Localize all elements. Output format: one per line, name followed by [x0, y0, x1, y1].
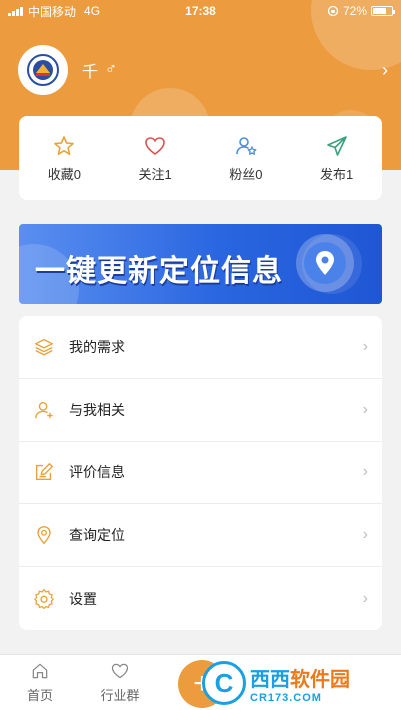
watermark-logo: C 西西软件园 CR173.COM [202, 660, 398, 706]
chevron-right-icon: › [362, 400, 368, 418]
heart-icon [145, 136, 165, 155]
watermark-text-a: 西西 [250, 668, 290, 691]
avatar-logo-icon [27, 54, 59, 86]
menu-item-reviews[interactable]: 评价信息 › [19, 442, 382, 505]
banner-title: 一键更新定位信息 [35, 255, 283, 288]
chevron-right-icon: › [362, 526, 368, 544]
home-icon [32, 663, 48, 679]
stat-label: 发布1 [320, 166, 354, 182]
status-time: 17:38 [185, 4, 216, 18]
profile-row[interactable]: 千 ♂ › [18, 44, 388, 96]
watermark-sub: CR173.COM [250, 691, 322, 704]
tab-home[interactable]: 首页 [0, 655, 80, 710]
menu-item-query-location[interactable]: 查询定位 › [19, 504, 382, 568]
stat-fans[interactable]: 粉丝0 [201, 134, 292, 183]
avatar[interactable] [18, 45, 68, 95]
stat-label: 收藏0 [47, 166, 81, 182]
stat-label: 关注1 [138, 166, 172, 182]
fans-icon [236, 136, 257, 155]
location-pin-icon [296, 234, 354, 292]
menu-label: 查询定位 [69, 527, 125, 544]
tab-industry-group[interactable]: 行业群 [80, 655, 160, 710]
update-location-banner[interactable]: 一键更新定位信息 [19, 224, 382, 304]
stat-label: 粉丝0 [229, 166, 263, 182]
chevron-right-icon: › [362, 463, 368, 481]
menu-label: 评价信息 [69, 464, 125, 481]
tab-label: 首页 [26, 688, 53, 703]
menu-item-related-to-me[interactable]: 与我相关 › [19, 379, 382, 442]
gear-icon [34, 588, 54, 609]
menu-label: 与我相关 [69, 401, 125, 418]
paper-plane-icon [326, 135, 347, 156]
menu-label: 设置 [69, 590, 97, 607]
stats-card: 收藏0 关注1 粉丝0 发布1 [19, 116, 382, 200]
battery-icon [371, 6, 395, 16]
gender-male-icon: ♂ [105, 61, 118, 78]
menu-item-my-demands[interactable]: 我的需求 › [19, 316, 382, 379]
chevron-right-icon: › [362, 337, 368, 355]
menu-item-settings[interactable]: 设置 › [19, 567, 382, 630]
tab-label: 行业群 [100, 688, 140, 703]
stat-following[interactable]: 关注1 [110, 134, 201, 183]
stat-published[interactable]: 发布1 [291, 134, 382, 183]
username: 千 [82, 64, 100, 81]
watermark-text-b: 软件园 [290, 668, 350, 691]
chevron-right-icon: › [362, 589, 368, 607]
watermark-logo-icon: C [202, 661, 246, 705]
menu-label: 我的需求 [69, 338, 125, 355]
star-icon [54, 135, 75, 155]
location-icon [37, 526, 51, 545]
user-add-icon [35, 401, 53, 418]
status-bar: 中国移动 4G 17:38 72% [0, 0, 401, 22]
layers-icon [35, 338, 53, 356]
menu-list: 我的需求 › 与我相关 › 评价信息 › 查询定位 › 设置 › [19, 316, 382, 630]
chevron-right-icon[interactable]: › [382, 60, 388, 81]
stat-favorites[interactable]: 收藏0 [19, 134, 110, 183]
heart-outline-icon [111, 663, 129, 679]
edit-icon [35, 463, 53, 481]
